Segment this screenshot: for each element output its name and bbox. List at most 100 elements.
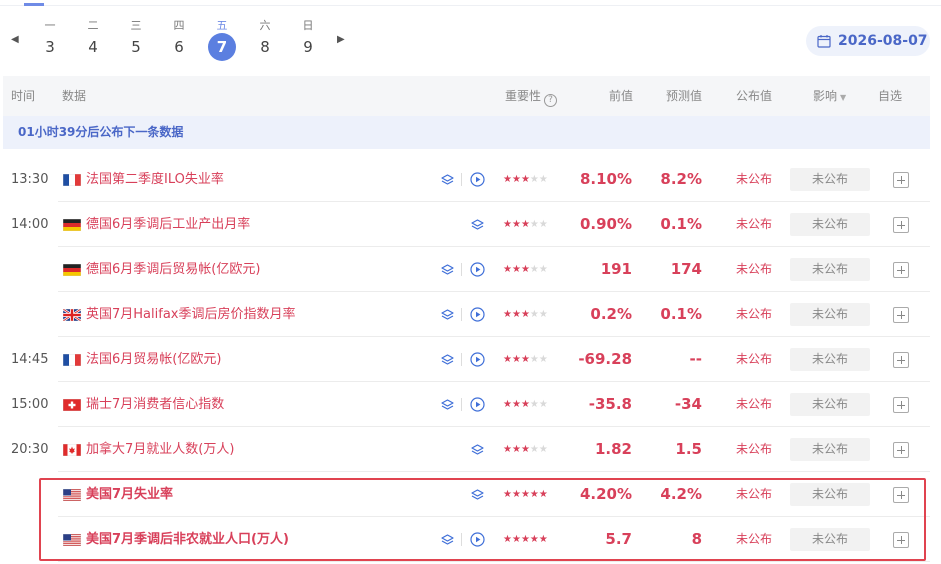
day-weekday: 二 bbox=[87, 19, 99, 32]
row-time: 15:00 bbox=[11, 397, 49, 412]
impact-badge: 未公布 bbox=[790, 303, 870, 326]
next-week-arrow-icon[interactable]: ▶ bbox=[337, 34, 345, 45]
star-icon: ★ bbox=[538, 264, 548, 275]
prev-week-arrow-icon[interactable]: ◀ bbox=[11, 34, 19, 45]
date-picker-button[interactable]: 2026-08-07 bbox=[806, 26, 930, 56]
play-icon[interactable] bbox=[470, 262, 485, 277]
icon-divider bbox=[461, 263, 462, 276]
importance-stars: ★★★★★ bbox=[503, 337, 548, 382]
star-icon: ★ bbox=[529, 444, 539, 455]
add-to-watchlist-button[interactable] bbox=[893, 352, 909, 368]
previous-value: 0.2% bbox=[590, 305, 632, 323]
flag-gb-icon bbox=[63, 309, 81, 321]
add-to-watchlist-button[interactable] bbox=[893, 307, 909, 323]
day-weekday: 一 bbox=[44, 19, 56, 32]
previous-value: -69.28 bbox=[578, 350, 632, 368]
day-6[interactable]: 四6 bbox=[164, 18, 194, 61]
event-name-link[interactable]: 法国6月贸易帐(亿欧元) bbox=[86, 337, 221, 382]
forecast-value: 0.1% bbox=[660, 215, 702, 233]
row-time: 14:45 bbox=[11, 352, 49, 367]
add-to-watchlist-button[interactable] bbox=[893, 442, 909, 458]
row-divider bbox=[58, 561, 930, 562]
actual-value: 未公布 bbox=[736, 307, 773, 321]
day-5[interactable]: 三5 bbox=[121, 18, 151, 61]
importance-stars: ★★★★★ bbox=[503, 157, 548, 202]
day-weekday: 五 bbox=[216, 19, 228, 32]
star-icon: ★ bbox=[529, 399, 539, 410]
importance-stars: ★★★★★ bbox=[503, 247, 548, 292]
table-row: 美国7月失业率 ★★★★★ 4.20% 4.2% 未公布 未公布 bbox=[0, 472, 930, 517]
layers-icon[interactable] bbox=[440, 172, 455, 187]
day-4[interactable]: 二4 bbox=[78, 18, 108, 61]
layers-icon[interactable] bbox=[440, 307, 455, 322]
layers-icon[interactable] bbox=[440, 352, 455, 367]
day-weekday: 四 bbox=[173, 19, 185, 32]
add-to-watchlist-button[interactable] bbox=[893, 487, 909, 503]
star-icon: ★ bbox=[511, 399, 521, 410]
star-icon: ★ bbox=[503, 444, 512, 455]
layers-icon[interactable] bbox=[470, 487, 485, 502]
star-icon: ★ bbox=[511, 354, 521, 365]
event-name-link[interactable]: 瑞士7月消费者信心指数 bbox=[86, 382, 224, 427]
layers-icon[interactable] bbox=[440, 532, 455, 547]
help-icon[interactable]: ? bbox=[544, 94, 558, 107]
star-icon: ★ bbox=[520, 399, 530, 410]
layers-icon[interactable] bbox=[440, 262, 455, 277]
play-icon[interactable] bbox=[470, 352, 485, 367]
star-icon: ★ bbox=[529, 354, 539, 365]
event-name-link[interactable]: 德国6月季调后贸易帐(亿欧元) bbox=[86, 247, 260, 292]
previous-value: 1.82 bbox=[594, 440, 632, 458]
star-icon: ★ bbox=[520, 309, 530, 320]
icon-divider bbox=[461, 353, 462, 366]
add-to-watchlist-button[interactable] bbox=[893, 172, 909, 188]
star-icon: ★ bbox=[529, 489, 539, 500]
star-icon: ★ bbox=[511, 219, 521, 230]
flag-de-icon bbox=[63, 219, 81, 231]
day-9[interactable]: 日9 bbox=[293, 18, 323, 61]
event-name-link[interactable]: 法国第二季度ILO失业率 bbox=[86, 157, 224, 202]
icon-divider bbox=[461, 533, 462, 546]
star-icon: ★ bbox=[520, 354, 530, 365]
event-name-link[interactable]: 加拿大7月就业人数(万人) bbox=[86, 427, 234, 472]
add-to-watchlist-button[interactable] bbox=[893, 532, 909, 548]
row-time: 20:30 bbox=[11, 442, 49, 457]
star-icon: ★ bbox=[503, 399, 512, 410]
day-8[interactable]: 六8 bbox=[250, 18, 280, 61]
star-icon: ★ bbox=[538, 309, 548, 320]
star-icon: ★ bbox=[503, 354, 512, 365]
forecast-value: 0.1% bbox=[660, 305, 702, 323]
impact-badge: 未公布 bbox=[790, 393, 870, 416]
day-7[interactable]: 五7 bbox=[207, 18, 237, 61]
play-icon[interactable] bbox=[470, 307, 485, 322]
forecast-value: 8 bbox=[691, 530, 702, 548]
event-name-link[interactable]: 德国6月季调后工业产出月率 bbox=[86, 202, 250, 247]
table-row: 14:45 法国6月贸易帐(亿欧元) ★★★★★ -69.28 -- 未公布 未公布 bbox=[0, 337, 930, 382]
calendar-icon bbox=[817, 35, 831, 48]
star-icon: ★ bbox=[520, 219, 530, 230]
add-to-watchlist-button[interactable] bbox=[893, 262, 909, 278]
layers-icon[interactable] bbox=[470, 442, 485, 457]
layers-icon[interactable] bbox=[470, 217, 485, 232]
play-icon[interactable] bbox=[470, 172, 485, 187]
star-icon: ★ bbox=[520, 534, 530, 545]
actual-value: 未公布 bbox=[736, 172, 773, 186]
play-icon[interactable] bbox=[470, 532, 485, 547]
forecast-value: 1.5 bbox=[675, 440, 702, 458]
actual-value: 未公布 bbox=[736, 262, 773, 276]
event-name-link[interactable]: 美国7月季调后非农就业人口(万人) bbox=[86, 517, 289, 562]
event-name-link[interactable]: 美国7月失业率 bbox=[86, 472, 173, 517]
header-impact[interactable]: 影响 ▼ bbox=[813, 76, 846, 118]
importance-stars: ★★★★★ bbox=[503, 517, 548, 562]
layers-icon[interactable] bbox=[440, 397, 455, 412]
icon-divider bbox=[461, 398, 462, 411]
event-name-link[interactable]: 英国7月Halifax季调后房价指数月率 bbox=[86, 292, 295, 337]
play-icon[interactable] bbox=[470, 397, 485, 412]
actual-value: 未公布 bbox=[736, 442, 773, 456]
star-icon: ★ bbox=[520, 444, 530, 455]
star-icon: ★ bbox=[503, 174, 512, 185]
add-to-watchlist-button[interactable] bbox=[893, 217, 909, 233]
star-icon: ★ bbox=[511, 174, 521, 185]
add-to-watchlist-button[interactable] bbox=[893, 397, 909, 413]
day-3[interactable]: 一3 bbox=[35, 18, 65, 61]
forecast-value: 4.2% bbox=[660, 485, 702, 503]
